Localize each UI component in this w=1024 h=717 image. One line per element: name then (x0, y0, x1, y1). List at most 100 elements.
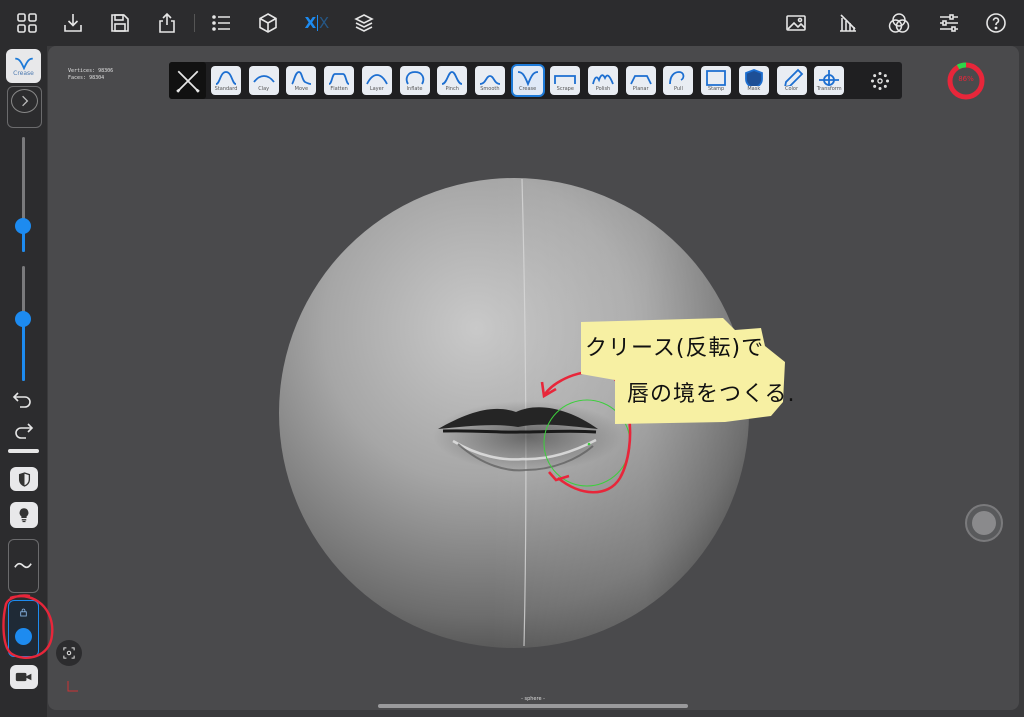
tool-pull[interactable]: Pull (663, 66, 694, 95)
tool-label: Planar (632, 86, 649, 92)
mask-icon (744, 69, 763, 86)
tool-stamp[interactable]: Stamp (701, 66, 732, 95)
tool-label: Crease (518, 86, 537, 92)
tool-crease[interactable]: Crease (512, 66, 543, 95)
share-icon[interactable] (155, 11, 179, 35)
tool-label: Smooth (480, 86, 500, 92)
tool-polish[interactable]: Polish (588, 66, 618, 95)
separator-bar (8, 449, 39, 453)
help-icon[interactable] (984, 11, 1008, 35)
stamp-icon (706, 70, 726, 86)
color-circles-icon[interactable] (887, 11, 911, 35)
tool-color[interactable]: Color (776, 66, 807, 95)
flatten-icon (328, 73, 350, 85)
tool-picker-button[interactable] (169, 62, 206, 99)
tool-options-button[interactable] (7, 86, 42, 128)
tool-planar[interactable]: Planar (625, 66, 656, 95)
tool-transform[interactable]: Transform (814, 66, 845, 95)
tool-label: Move (294, 86, 309, 92)
crease-icon (517, 71, 538, 86)
symmetry-x-mirror: X (319, 14, 330, 32)
tool-layer[interactable]: Layer (361, 66, 392, 95)
shield-icon (18, 471, 30, 487)
tool-label: Transform (816, 86, 842, 92)
radius-slider-knob[interactable] (15, 218, 31, 234)
planar-icon (629, 75, 652, 85)
brush-cross-icon (175, 70, 200, 93)
grid-icon[interactable] (15, 11, 39, 35)
pull-icon (669, 71, 685, 85)
inflate-icon (405, 71, 424, 85)
mask-toggle-button[interactable] (10, 467, 38, 491)
annotation-red-circle (2, 594, 54, 659)
color-icon (783, 68, 803, 86)
standard-icon (215, 71, 237, 85)
import-icon[interactable] (61, 11, 85, 35)
quick-action-button[interactable] (965, 504, 1003, 542)
tool-label: Mask (747, 86, 761, 92)
tool-label: Clay (258, 86, 270, 92)
clay-icon (252, 75, 275, 83)
current-tool-button[interactable]: Crease (6, 49, 41, 83)
camera-button[interactable] (10, 665, 38, 689)
tool-label: Pinch (445, 86, 459, 92)
curve-icon (14, 562, 32, 569)
save-icon[interactable] (108, 11, 132, 35)
tool-standard[interactable]: Standard (211, 66, 241, 95)
tool-inflate[interactable]: Inflate (399, 66, 430, 95)
symmetry-x-label: X (304, 14, 317, 32)
focus-icon (63, 647, 75, 659)
stroke-curve-button[interactable] (8, 539, 39, 593)
undo-icon[interactable] (12, 389, 34, 409)
lighting-button[interactable] (10, 502, 38, 528)
memory-percent: 86% (958, 75, 974, 83)
tool-pinch[interactable]: Pinch (437, 66, 468, 95)
tool-label: Scrape (556, 86, 574, 92)
gear-dots-icon (871, 71, 889, 90)
image-icon[interactable] (784, 11, 808, 35)
polish-icon (592, 74, 614, 85)
tool-label: Stamp (707, 86, 725, 92)
symmetry-x-icon[interactable]: X X (304, 11, 330, 35)
scrape-icon (554, 75, 577, 84)
tool-label: Color (784, 86, 799, 92)
tool-label: Polish (595, 86, 611, 92)
tool-label: Layer (369, 86, 384, 92)
redo-icon[interactable] (12, 420, 34, 440)
chevron-right-icon (11, 89, 38, 113)
tool-clay[interactable]: Clay (248, 66, 279, 95)
home-indicator (378, 704, 688, 708)
object-name: - sphere - (521, 696, 545, 702)
cube-icon[interactable] (256, 11, 280, 35)
tool-label: Pull (673, 86, 683, 92)
sculpt-viewport[interactable]: Vertices: 98306 Faces: 98304 86% - spher… (48, 46, 1019, 710)
tool-smooth[interactable]: Smooth (474, 66, 505, 95)
vertices-count: Vertices: 98306 (68, 68, 114, 74)
tool-move[interactable]: Move (286, 66, 317, 95)
layers-icon[interactable] (352, 11, 376, 35)
lightbulb-icon (19, 508, 29, 523)
layer-icon (365, 74, 388, 85)
shading-icon[interactable] (836, 11, 860, 35)
handwritten-annotation: クリース(反転)で 唇の境をつくる. (575, 318, 795, 425)
tool-scrape[interactable]: Scrape (550, 66, 581, 95)
list-icon[interactable] (209, 11, 233, 35)
intensity-slider-fill (22, 320, 25, 381)
memory-gauge: 86% (946, 61, 986, 101)
symmetry-plane-line (317, 15, 319, 31)
tool-label: Inflate (406, 86, 423, 92)
tool-label: Standard (214, 86, 238, 92)
top-toolbar: X X (0, 0, 1024, 46)
tool-settings-button[interactable] (864, 65, 896, 96)
video-camera-icon (15, 672, 32, 682)
tool-label: Flatten (330, 86, 348, 92)
tool-flatten[interactable]: Flatten (324, 66, 355, 95)
tool-mask[interactable]: Mask (738, 66, 769, 95)
smooth-icon (479, 75, 501, 85)
sphere-mesh[interactable] (48, 46, 1019, 710)
current-tool-label: Crease (13, 69, 34, 77)
move-icon (291, 71, 312, 85)
annotation-line-1: クリース(反転)で (585, 336, 765, 361)
intensity-slider-knob[interactable] (15, 311, 31, 327)
sliders-icon[interactable] (937, 11, 961, 35)
